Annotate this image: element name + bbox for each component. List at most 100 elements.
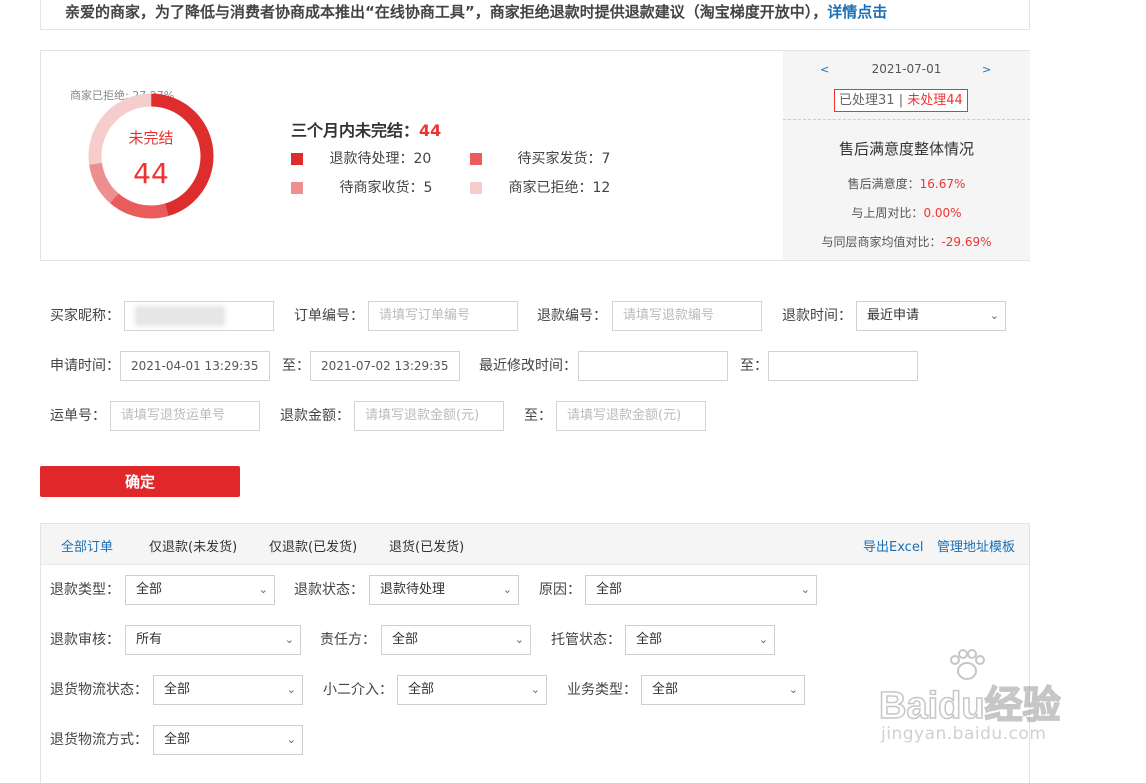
chevron-down-icon: ⌄ [286, 683, 296, 696]
chevron-down-icon: ⌄ [800, 583, 810, 596]
refund-review-select[interactable]: 所有 ⌄ [125, 625, 301, 655]
stat-value: 0.00% [923, 206, 962, 220]
donut-value: 44 [133, 157, 169, 190]
tracking-input[interactable]: 请填写退货运单号 [110, 401, 260, 431]
order-no-input[interactable]: 请填写订单编号 [368, 301, 518, 331]
next-date-button[interactable]: > [982, 63, 991, 76]
stat-label: 与同层商家均值对比： [821, 235, 942, 249]
unfinished-heading: 三个月内未完结：44 [291, 117, 441, 141]
chevron-down-icon: ⌄ [530, 683, 540, 696]
refund-status-select[interactable]: 退款待处理 ⌄ [369, 575, 519, 605]
processed-counter: 已处理31 | 未处理44 [834, 89, 968, 112]
modify-time-from-input[interactable] [578, 351, 728, 381]
refund-type-select[interactable]: 全部 ⌄ [125, 575, 275, 605]
return-logistics-status-select[interactable]: 全部 ⌄ [153, 675, 303, 705]
return-logistics-method-label: 退货物流方式： [50, 732, 148, 748]
unfinished-heading-label: 三个月内未完结： [291, 121, 420, 140]
apply-time-label: 申请时间： [50, 358, 120, 374]
responsible-select[interactable]: 全部 ⌄ [381, 625, 531, 655]
week-comparison: 与上周对比：0.00% [783, 204, 1030, 221]
xiaoer-label: 小二介入： [323, 682, 393, 698]
custody-select[interactable]: 全部 ⌄ [625, 625, 775, 655]
legend-swatch [470, 182, 482, 194]
watermark-url: jingyan.baidu.com [881, 724, 1047, 744]
manage-address-template-link[interactable]: 管理地址模板 [937, 536, 1015, 555]
legend-label: 待商家收货：5 [339, 180, 433, 196]
return-logistics-method-select[interactable]: 全部 ⌄ [153, 725, 303, 755]
chevron-down-icon: ⌄ [989, 309, 999, 322]
notice-text: 亲爱的商家，为了降低与消费者协商成本推出“在线协商工具”，商家拒绝退款时提供退款… [65, 3, 828, 21]
xiaoer-select[interactable]: 全部 ⌄ [397, 675, 547, 705]
refund-review-value: 所有 [136, 632, 163, 647]
custody-value: 全部 [636, 632, 663, 647]
return-logistics-method-value: 全部 [164, 732, 191, 747]
refund-no-label: 退款编号： [537, 308, 607, 324]
legend-label: 待买家发货：7 [517, 151, 611, 167]
buyer-nick-input[interactable] [124, 301, 274, 331]
chevron-down-icon: ⌄ [286, 733, 296, 746]
summary-panel: 商家已拒绝: 27.27% 未完结 44 三个月内未完结：44 退款待处理：20… [40, 50, 1030, 261]
chevron-down-icon: ⌄ [514, 633, 524, 646]
legend-label: 退款待处理：20 [329, 151, 432, 167]
apply-time-from-input[interactable]: 2021-04-01 13:29:35 [120, 351, 270, 381]
refund-type-label: 退款类型： [50, 582, 120, 598]
refund-time-label: 退款时间： [782, 308, 852, 324]
return-logistics-status-value: 全部 [164, 682, 191, 697]
reason-select[interactable]: 全部 ⌄ [585, 575, 817, 605]
reason-label: 原因： [539, 582, 581, 598]
order-no-label: 订单编号： [294, 308, 364, 324]
amount-to-label: 至： [524, 408, 552, 424]
confirm-button[interactable]: 确定 [40, 466, 240, 497]
tab-all-orders[interactable]: 全部订单 [61, 536, 113, 555]
modify-time-to-input[interactable] [768, 351, 918, 381]
apply-time-to-label: 至： [282, 358, 310, 374]
legend-label: 商家已拒绝：12 [508, 180, 611, 196]
refund-no-input[interactable]: 请填写退款编号 [612, 301, 762, 331]
donut-title: 未完结 [128, 129, 174, 147]
buyer-nick-label: 买家昵称： [50, 308, 120, 324]
divider [783, 119, 1030, 120]
responsible-label: 责任方： [320, 632, 376, 648]
stat-value: -29.69% [941, 235, 992, 249]
export-excel-link[interactable]: 导出Excel [863, 536, 923, 555]
modify-time-label: 最近修改时间： [479, 358, 577, 374]
satisfaction-title: 售后满意度整体情况 [838, 140, 974, 158]
notice-details-link[interactable]: 详情点击 [827, 3, 887, 21]
refund-type-value: 全部 [136, 582, 163, 597]
amount-from-input[interactable]: 请填写退款金额(元) [354, 401, 504, 431]
tab-refund-not-shipped[interactable]: 仅退款(未发货) [149, 536, 237, 555]
reason-value: 全部 [596, 582, 623, 597]
peer-comparison: 与同层商家均值对比：-29.69% [783, 233, 1030, 250]
business-type-label: 业务类型： [567, 682, 637, 698]
xiaoer-value: 全部 [408, 682, 435, 697]
refund-time-select[interactable]: 最近申请 ⌄ [856, 301, 1006, 331]
amount-label: 退款金额： [280, 408, 350, 424]
refund-time-value: 最近申请 [867, 308, 920, 323]
refund-review-label: 退款审核： [50, 632, 120, 648]
chevron-down-icon: ⌄ [258, 583, 268, 596]
amount-to-input[interactable]: 请填写退款金额(元) [556, 401, 706, 431]
apply-time-to-input[interactable]: 2021-07-02 13:29:35 [310, 351, 460, 381]
order-tabs: 全部订单 仅退款(未发货) 仅退款(已发货) 退货(已发货) 导出Excel 管… [41, 524, 1029, 565]
business-type-select[interactable]: 全部 ⌄ [641, 675, 805, 705]
chevron-down-icon: ⌄ [502, 583, 512, 596]
processed-count: 已处理31 [839, 93, 895, 108]
stat-label: 与上周对比： [851, 206, 924, 220]
current-date: 2021-07-01 [871, 62, 942, 76]
counter-separator: | [898, 93, 904, 108]
baidu-jingyan-watermark: Baidu经验 jingyan.baidu.com [875, 648, 1085, 748]
tab-refund-shipped[interactable]: 仅退款(已发货) [269, 536, 357, 555]
chevron-down-icon: ⌄ [758, 633, 768, 646]
responsible-value: 全部 [392, 632, 419, 647]
notice-bar: 亲爱的商家，为了降低与消费者协商成本推出“在线协商工具”，商家拒绝退款时提供退款… [40, 0, 1030, 30]
blurred-nickname [135, 305, 225, 326]
tab-return-shipped[interactable]: 退货(已发货) [389, 536, 464, 555]
custody-label: 托管状态： [551, 632, 621, 648]
legend-item-pending-refund: 退款待处理：20 [291, 148, 431, 168]
legend-swatch [291, 153, 303, 165]
legend-item-pending-receipt: 待商家收货：5 [291, 177, 432, 197]
stat-label: 售后满意度： [847, 177, 920, 191]
stat-value: 16.67% [919, 177, 966, 191]
business-type-value: 全部 [652, 682, 679, 697]
legend-item-rejected: 商家已拒绝：12 [470, 177, 610, 197]
